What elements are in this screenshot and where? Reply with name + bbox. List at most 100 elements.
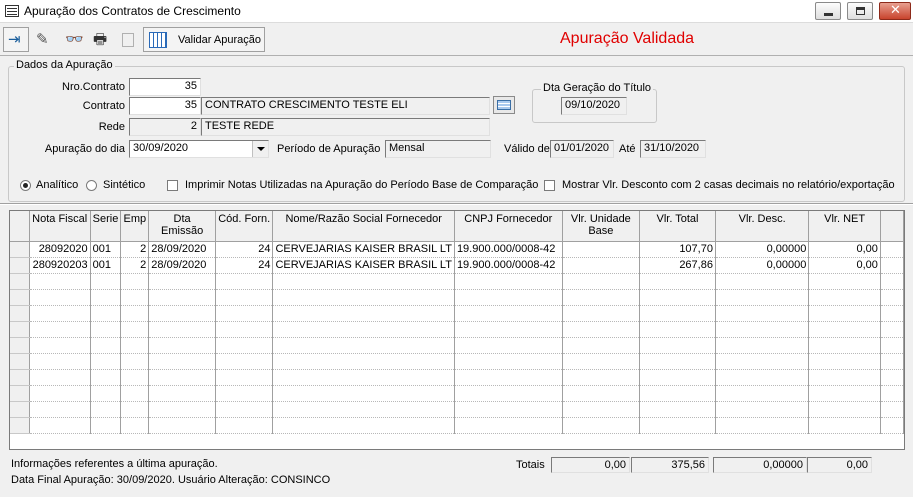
cell-dta-emissao[interactable] <box>148 273 216 290</box>
mostrar-vlr-checkbox[interactable] <box>544 180 555 191</box>
cell-nome-fornecedor[interactable]: CERVEJARIAS KAISER BRASIL LT <box>272 241 455 258</box>
empty-row[interactable] <box>10 369 904 386</box>
cell-vlr-net[interactable] <box>808 385 881 402</box>
cell-cod-forn[interactable] <box>215 417 274 434</box>
cell-cod-forn[interactable] <box>215 289 274 306</box>
cell-vlr-desc[interactable] <box>715 273 810 290</box>
cell-nome-fornecedor[interactable]: CERVEJARIAS KAISER BRASIL LT <box>272 257 455 274</box>
cell-cod-forn[interactable] <box>215 321 274 338</box>
col-vlr-unidade-base[interactable]: Vlr. Unidade Base <box>562 211 641 242</box>
cell-emp[interactable] <box>120 321 150 338</box>
cell-cod-forn[interactable] <box>215 337 274 354</box>
row-indicator[interactable] <box>10 273 30 290</box>
cell-vlr-desc[interactable] <box>715 417 810 434</box>
cell-vlr-desc[interactable]: 0,00000 <box>715 241 810 258</box>
cell-vlr-unidade-base[interactable] <box>562 289 641 306</box>
cell-vlr-net[interactable]: 0,00 <box>808 257 881 274</box>
cell-vlr-total[interactable]: 107,70 <box>639 241 716 258</box>
col-vlr-desc[interactable]: Vlr. Desc. <box>715 211 810 242</box>
cell-serie[interactable] <box>90 273 122 290</box>
cell-cnpj[interactable] <box>454 337 563 354</box>
cell-nota-fiscal[interactable] <box>29 417 91 434</box>
cell-dta-emissao[interactable] <box>148 417 216 434</box>
empty-row[interactable] <box>10 337 904 354</box>
cell-vlr-unidade-base[interactable] <box>562 321 641 338</box>
cell-nota-fiscal[interactable] <box>29 385 91 402</box>
cell-serie[interactable]: 001 <box>90 257 122 274</box>
col-cnpj[interactable]: CNPJ Fornecedor <box>454 211 563 242</box>
row-indicator[interactable] <box>10 369 30 386</box>
cell-nota-fiscal[interactable] <box>29 401 91 418</box>
cell-nome-fornecedor[interactable] <box>272 321 455 338</box>
cell-vlr-total[interactable] <box>639 305 716 322</box>
cell-vlr-total[interactable] <box>639 337 716 354</box>
cell-serie[interactable] <box>90 417 122 434</box>
cell-vlr-total[interactable] <box>639 353 716 370</box>
cell-vlr-total[interactable]: 267,86 <box>639 257 716 274</box>
cell-cod-forn[interactable] <box>215 353 274 370</box>
imprimir-notas-checkbox[interactable] <box>167 180 178 191</box>
sintetico-radio[interactable] <box>86 180 97 191</box>
cell-cod-forn[interactable]: 24 <box>215 257 274 274</box>
cell-nome-fornecedor[interactable] <box>272 417 455 434</box>
cell-vlr-total[interactable] <box>639 401 716 418</box>
cell-nome-fornecedor[interactable] <box>272 369 455 386</box>
cell-nota-fiscal[interactable] <box>29 273 91 290</box>
cell-vlr-net[interactable] <box>808 273 881 290</box>
cell-vlr-unidade-base[interactable] <box>562 305 641 322</box>
col-dta-emissao[interactable]: Dta Emissão <box>148 211 216 242</box>
cell-vlr-desc[interactable] <box>715 369 810 386</box>
col-vlr-net[interactable]: Vlr. NET <box>808 211 881 242</box>
cell-emp[interactable] <box>120 369 150 386</box>
cell-vlr-unidade-base[interactable] <box>562 257 641 274</box>
cell-vlr-total[interactable] <box>639 385 716 402</box>
col-emp[interactable]: Emp <box>120 211 150 242</box>
apuracao-dia-combo[interactable]: 30/09/2020 <box>129 140 269 158</box>
cell-dta-emissao[interactable] <box>148 289 216 306</box>
cell-emp[interactable] <box>120 417 150 434</box>
cell-vlr-unidade-base[interactable] <box>562 369 641 386</box>
cell-vlr-desc[interactable] <box>715 321 810 338</box>
cell-nome-fornecedor[interactable] <box>272 385 455 402</box>
row-indicator[interactable] <box>10 241 30 258</box>
cell-serie[interactable] <box>90 289 122 306</box>
col-cod-forn[interactable]: Cód. Forn. <box>215 211 274 242</box>
cell-cod-forn[interactable] <box>215 305 274 322</box>
cell-nota-fiscal[interactable] <box>29 353 91 370</box>
cell-dta-emissao[interactable] <box>148 337 216 354</box>
cell-vlr-unidade-base[interactable] <box>562 273 641 290</box>
cell-nome-fornecedor[interactable] <box>272 337 455 354</box>
cell-vlr-net[interactable] <box>808 305 881 322</box>
cell-emp[interactable] <box>120 337 150 354</box>
row-indicator[interactable] <box>10 385 30 402</box>
cell-emp[interactable] <box>120 273 150 290</box>
row-indicator[interactable] <box>10 257 30 274</box>
cell-cnpj[interactable] <box>454 353 563 370</box>
cell-serie[interactable] <box>90 305 122 322</box>
cell-serie[interactable] <box>90 369 122 386</box>
cell-emp[interactable]: 2 <box>120 257 150 274</box>
cell-serie[interactable] <box>90 337 122 354</box>
cell-emp[interactable]: 2 <box>120 241 150 258</box>
cell-serie[interactable]: 001 <box>90 241 122 258</box>
cell-vlr-net[interactable] <box>808 321 881 338</box>
cell-emp[interactable] <box>120 289 150 306</box>
cell-dta-emissao[interactable] <box>148 369 216 386</box>
cell-vlr-total[interactable] <box>639 273 716 290</box>
cell-cnpj[interactable] <box>454 305 563 322</box>
empty-row[interactable] <box>10 289 904 306</box>
cell-nota-fiscal[interactable]: 280920203 <box>29 257 91 274</box>
notas-grid[interactable]: Nota Fiscal Serie Emp Dta Emissão Cód. F… <box>9 210 905 450</box>
row-indicator[interactable] <box>10 353 30 370</box>
validar-apuracao-button[interactable]: Validar Apuração <box>143 27 265 52</box>
clear-button[interactable]: ✎ <box>31 27 57 52</box>
cell-vlr-net[interactable] <box>808 369 881 386</box>
cell-emp[interactable] <box>120 305 150 322</box>
cell-cnpj[interactable] <box>454 401 563 418</box>
empty-row[interactable] <box>10 305 904 322</box>
cell-nota-fiscal[interactable] <box>29 289 91 306</box>
search-button[interactable]: 👓 <box>60 27 86 52</box>
row-indicator[interactable] <box>10 417 30 434</box>
cell-serie[interactable] <box>90 321 122 338</box>
row-indicator[interactable] <box>10 289 30 306</box>
